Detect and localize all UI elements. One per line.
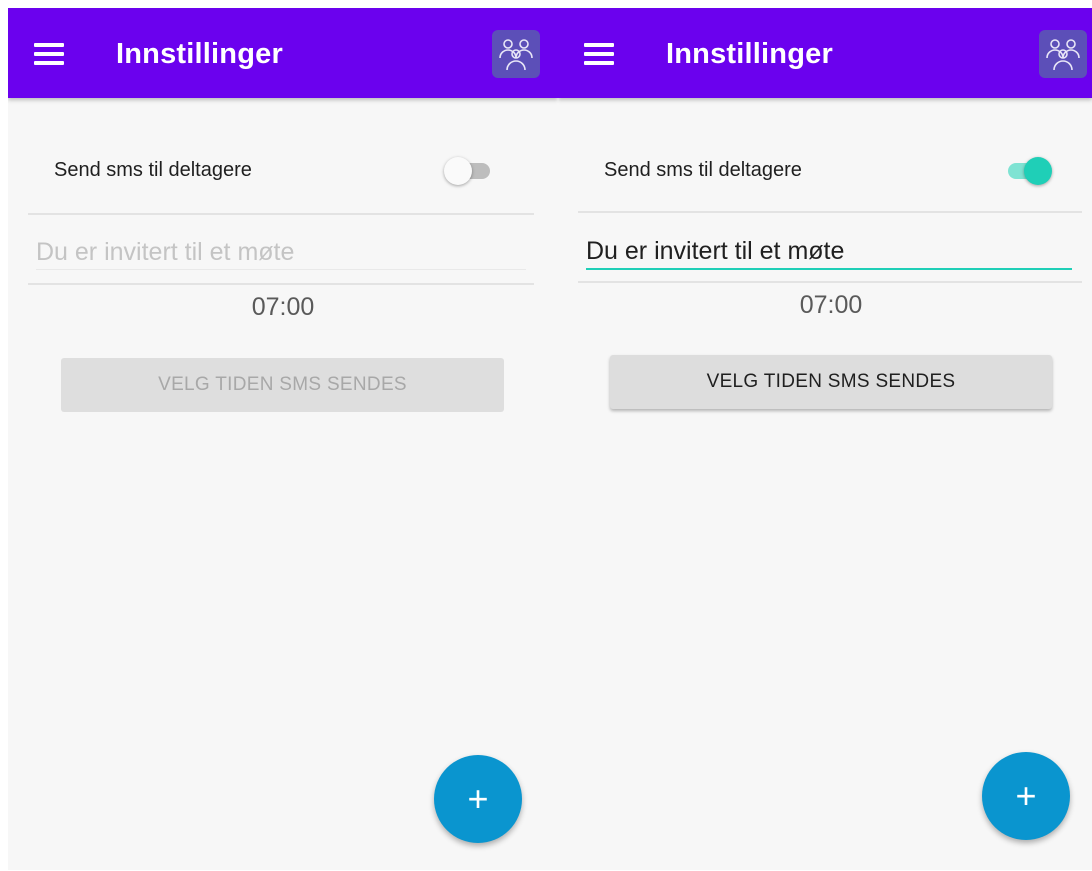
divider bbox=[28, 283, 534, 285]
sms-toggle-label: Send sms til deltagere bbox=[604, 159, 802, 181]
page-title: Innstillinger bbox=[116, 38, 283, 70]
add-fab-button[interactable]: + bbox=[434, 755, 522, 843]
sms-toggle-switch[interactable] bbox=[444, 156, 494, 186]
sms-toggle-switch[interactable] bbox=[1004, 156, 1054, 186]
sms-message-input[interactable] bbox=[36, 235, 526, 270]
sms-message-input[interactable] bbox=[586, 234, 1072, 270]
divider bbox=[28, 213, 534, 215]
settings-screen-sms-on: Innstillinger Send sms til deltagere 07:… bbox=[558, 8, 1092, 870]
choose-sms-time-button[interactable]: VELG TIDEN SMS SENDES bbox=[610, 355, 1052, 409]
add-fab-button[interactable]: + bbox=[982, 752, 1070, 840]
plus-icon: + bbox=[467, 778, 489, 819]
send-time-text: 07:00 bbox=[251, 293, 315, 321]
page-title: Innstillinger bbox=[666, 38, 833, 70]
app-bar: Innstillinger bbox=[558, 8, 1092, 98]
choose-sms-time-button[interactable]: VELG TIDEN SMS SENDES bbox=[61, 358, 504, 412]
hamburger-menu-icon[interactable] bbox=[34, 43, 66, 65]
switch-thumb bbox=[1024, 157, 1052, 185]
hamburger-menu-icon[interactable] bbox=[584, 43, 616, 65]
sms-toggle-label: Send sms til deltagere bbox=[54, 159, 252, 181]
divider bbox=[578, 281, 1082, 283]
send-time-text: 07:00 bbox=[799, 291, 863, 319]
plus-icon: + bbox=[1015, 775, 1037, 816]
app-bar: Innstillinger bbox=[8, 8, 558, 98]
switch-thumb bbox=[444, 157, 472, 185]
divider bbox=[578, 211, 1082, 213]
group-people-icon[interactable] bbox=[1039, 30, 1087, 78]
settings-screen-sms-off: Innstillinger Send sms til deltagere 07:… bbox=[8, 8, 558, 870]
group-people-icon[interactable] bbox=[492, 30, 540, 78]
